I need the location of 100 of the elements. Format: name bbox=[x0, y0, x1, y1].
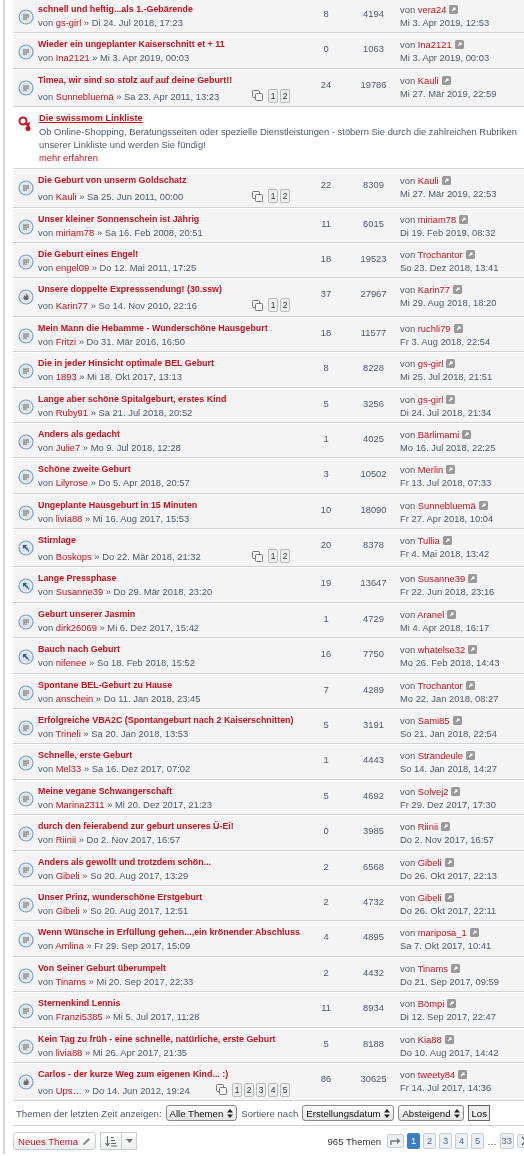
sort-tools-button[interactable] bbox=[100, 1132, 123, 1151]
author-link[interactable]: Aranel bbox=[417, 608, 445, 620]
author-link[interactable]: anschein bbox=[55, 692, 94, 704]
author-link[interactable]: Bömpi bbox=[417, 998, 445, 1010]
page-button[interactable]: 3 bbox=[439, 1133, 453, 1150]
author-link[interactable]: Ina2121 bbox=[417, 39, 452, 51]
sort-order-dropdown[interactable]: Absteigend bbox=[398, 1105, 465, 1122]
author-link[interactable]: Trochantor bbox=[417, 679, 463, 691]
author-link[interactable]: Ruby91 bbox=[55, 406, 89, 418]
author-link[interactable]: Fritzi bbox=[55, 335, 77, 347]
author-link[interactable]: livia88 bbox=[55, 1046, 83, 1058]
author-link[interactable]: Mel33 bbox=[55, 763, 82, 775]
topic-title-link[interactable]: Lange Pressphase bbox=[38, 572, 117, 586]
page-button[interactable]: 1 bbox=[268, 549, 278, 564]
author-link[interactable]: Kauli bbox=[417, 74, 439, 86]
page-button[interactable]: 1 bbox=[268, 88, 278, 103]
author-link[interactable]: Riinii bbox=[417, 821, 439, 833]
author-link[interactable]: Trineli bbox=[55, 728, 81, 740]
topic-title-link[interactable]: Die Geburt von unserm Goldschatz bbox=[38, 174, 187, 188]
author-link[interactable]: Kauli bbox=[55, 191, 77, 203]
topic-title-link[interactable]: Carlos - der kurze Weg zum eigenen Kind... :) bbox=[38, 1067, 229, 1081]
page-button[interactable]: 2 bbox=[280, 189, 290, 204]
topic-title-link[interactable]: Lange aber schöne Spitalgeburt, erstes Kind bbox=[38, 392, 227, 406]
topic-title-link[interactable]: Unsere doppelte Expresssendung! (30.ssw) bbox=[38, 283, 222, 297]
topic-title-link[interactable]: Timea, wir sind so stolz auf auf deine Geburt!! bbox=[38, 73, 233, 87]
topic-title-link[interactable]: Wieder ein ungeplanter Kaiserschnitt et + 11 bbox=[38, 38, 225, 52]
topic-title-link[interactable]: Ungeplante Hausgeburt in 15 Minuten bbox=[38, 498, 198, 512]
topic-title-link[interactable]: Spontane BEL-Geburt zu Hause bbox=[38, 678, 173, 692]
topic-title-link[interactable]: Die Geburt eines Engel! bbox=[38, 247, 139, 261]
topic-title-link[interactable]: Meine vegane Schwangerschaft bbox=[38, 784, 173, 798]
page-button[interactable]: 4 bbox=[268, 1082, 278, 1097]
author-link[interactable]: livia88 bbox=[55, 512, 83, 524]
author-link[interactable]: Gibeli bbox=[417, 856, 442, 868]
author-link[interactable]: Strandeule bbox=[417, 750, 464, 762]
jump-to-page-button[interactable] bbox=[387, 1134, 405, 1149]
page-button[interactable]: 1 bbox=[268, 298, 278, 313]
topic-title-link[interactable]: Wenn Wünsche in Erfüllung gehen...,ein krönender Abschluss bbox=[38, 926, 300, 940]
author-link[interactable]: Franzi5385 bbox=[55, 1011, 103, 1023]
topic-title-link[interactable]: Mein Mann die Hebamme - Wunderschöne Hausgeburt bbox=[38, 321, 268, 335]
author-link[interactable]: whatelse32 bbox=[417, 644, 466, 656]
topic-title-link[interactable]: Erfolgreiche VBA2C (Spontangeburt nach 2 Kaiserschnitten) bbox=[38, 714, 294, 728]
author-link[interactable]: Bärlimami bbox=[417, 428, 460, 440]
author-link[interactable]: Gibeli bbox=[55, 905, 80, 916]
topic-title-link[interactable]: Bauch nach Geburt bbox=[38, 643, 120, 657]
author-link[interactable]: Solvej2 bbox=[417, 785, 449, 797]
author-link[interactable]: Susanne39 bbox=[417, 573, 466, 585]
author-link[interactable]: mariposa_1 bbox=[417, 927, 467, 939]
author-link[interactable]: Tullia bbox=[417, 535, 440, 547]
author-link[interactable]: Susanne39 bbox=[55, 586, 104, 598]
author-link[interactable]: Kia88 bbox=[417, 1033, 442, 1045]
author-link[interactable]: Sunnebluemä bbox=[417, 499, 476, 511]
author-link[interactable]: miriam78 bbox=[55, 226, 95, 238]
topic-title-link[interactable]: Geburt unserer Jasmin bbox=[38, 607, 136, 621]
author-link[interactable]: Julie7 bbox=[55, 441, 81, 453]
author-link[interactable]: Karin77 bbox=[417, 284, 451, 296]
author-link[interactable]: Riinii bbox=[55, 834, 77, 846]
author-link[interactable]: gs-girl bbox=[417, 358, 444, 370]
author-link[interactable]: 1893 bbox=[55, 371, 77, 383]
more-link[interactable]: mehr erfahren bbox=[39, 151, 98, 165]
author-link[interactable]: gs-girl bbox=[55, 17, 82, 28]
page-button[interactable]: 33 bbox=[499, 1133, 514, 1150]
author-link[interactable]: Tinams bbox=[417, 962, 448, 974]
topic-title-link[interactable]: Anders als gewollt und trotzdem schön... bbox=[38, 855, 212, 869]
topic-title-link[interactable]: Schnelle, erste Geburt bbox=[38, 749, 133, 763]
author-link[interactable]: gs-girl bbox=[417, 393, 444, 405]
author-link[interactable]: Tinams bbox=[55, 975, 86, 987]
author-link[interactable]: Marina2311 bbox=[55, 798, 105, 810]
page-button[interactable]: 4 bbox=[455, 1133, 469, 1150]
author-link[interactable]: Trochantor bbox=[417, 248, 463, 260]
topic-title-link[interactable]: Unser kleiner Sonnenschein ist Jährig bbox=[38, 212, 200, 226]
topic-title-link[interactable]: schnell und heftig...als 1.-Gebärende bbox=[38, 3, 193, 16]
author-link[interactable]: tweety84 bbox=[417, 1068, 456, 1080]
topic-title-link[interactable]: Kein Tag zu früh - eine schnelle, natürliche, erste Geburt bbox=[38, 1032, 276, 1046]
topic-title-link[interactable]: Die in jeder Hinsicht optimale BEL Geburt bbox=[38, 357, 214, 371]
topic-title-link[interactable]: durch den feierabend zur geburt unseres Ü-Ei! bbox=[38, 820, 234, 834]
page-button[interactable]: 2 bbox=[423, 1133, 437, 1150]
author-link[interactable]: Ups… bbox=[55, 1084, 82, 1096]
author-link[interactable]: ruchli79 bbox=[417, 322, 451, 334]
author-link[interactable]: dirk26069 bbox=[55, 621, 97, 633]
sort-key-dropdown[interactable]: Erstellungsdatum bbox=[302, 1105, 395, 1122]
page-button[interactable]: 1 bbox=[268, 189, 278, 204]
author-link[interactable]: Merlin bbox=[417, 464, 444, 476]
author-link[interactable]: Kauli bbox=[417, 175, 439, 187]
author-link[interactable]: vera24 bbox=[417, 4, 447, 15]
go-button[interactable]: Los bbox=[468, 1105, 490, 1122]
author-link[interactable]: nifenee bbox=[55, 657, 87, 669]
page-button[interactable]: 3 bbox=[256, 1082, 266, 1097]
dropdown-button[interactable] bbox=[122, 1132, 138, 1151]
author-link[interactable]: engel09 bbox=[55, 261, 90, 273]
topic-title-link[interactable]: Schöne zweite Geburt bbox=[38, 463, 131, 477]
topic-title-link[interactable]: Anders als gedacht bbox=[38, 427, 120, 441]
author-link[interactable]: miriam78 bbox=[417, 213, 457, 225]
page-button[interactable]: 1 bbox=[407, 1133, 421, 1150]
author-link[interactable]: Sunnebluemä bbox=[55, 90, 114, 102]
page-button[interactable]: 2 bbox=[244, 1082, 254, 1097]
topic-title-link[interactable]: Unser Prinz, wunderschöne Erstgeburt bbox=[38, 891, 203, 904]
ad-title-link[interactable]: Die swissmom Linkliste bbox=[39, 112, 143, 126]
author-link[interactable]: Karin77 bbox=[55, 300, 89, 312]
author-link[interactable]: Ina2121 bbox=[55, 52, 90, 64]
page-button[interactable]: 2 bbox=[280, 298, 290, 313]
